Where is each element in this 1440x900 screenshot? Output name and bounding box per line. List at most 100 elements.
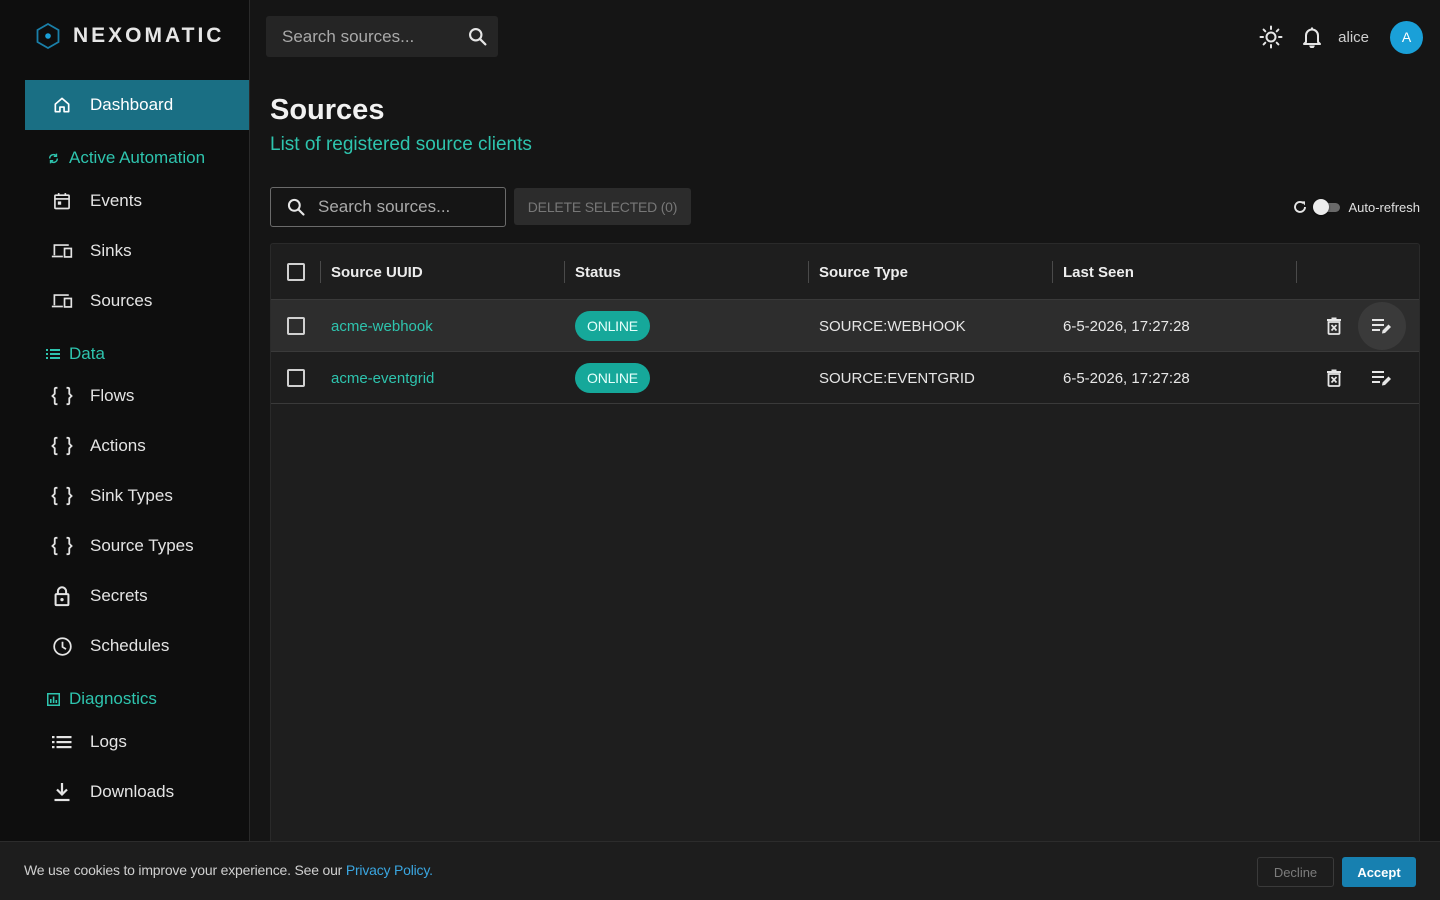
sidebar-item-downloads[interactable]: Downloads bbox=[25, 767, 249, 817]
sidebar-item-dashboard[interactable]: Dashboard bbox=[25, 80, 249, 130]
page-subtitle: List of registered source clients bbox=[270, 134, 532, 155]
download-icon bbox=[51, 781, 73, 803]
sidebar-item-sources[interactable]: Sources bbox=[25, 276, 249, 326]
sync-icon bbox=[46, 151, 60, 165]
status-cell: ONLINE bbox=[575, 352, 650, 404]
row-checkbox[interactable] bbox=[287, 369, 305, 387]
sidebar-item-actions[interactable]: Actions bbox=[25, 421, 249, 471]
sidebar-item-label: Dashboard bbox=[90, 95, 174, 114]
sources-table: Source UUID Status Source Type Last Seen… bbox=[270, 243, 1420, 863]
top-search-input[interactable] bbox=[282, 26, 462, 47]
cookie-text: We use cookies to improve your experienc… bbox=[24, 862, 346, 878]
trash-icon bbox=[1326, 369, 1342, 387]
top-right-actions: alice A bbox=[1259, 20, 1423, 54]
sidebar-item-flows[interactable]: Flows bbox=[25, 371, 249, 421]
column-separator bbox=[320, 261, 321, 283]
last-seen-cell: 6-5-2026, 17:27:28 bbox=[1063, 369, 1190, 387]
row-checkbox[interactable] bbox=[287, 317, 305, 335]
sidebar-item-label: Schedules bbox=[90, 636, 170, 655]
column-header-status[interactable]: Status bbox=[575, 244, 621, 300]
source-uuid-link[interactable]: acme-webhook bbox=[331, 300, 433, 352]
hexagon-logo-icon bbox=[36, 23, 60, 49]
status-badge: ONLINE bbox=[575, 311, 650, 341]
sidebar-item-label: Sink Types bbox=[90, 486, 173, 505]
sidebar-item-label: Source Types bbox=[90, 536, 194, 555]
sidebar-item-logs[interactable]: Logs bbox=[25, 717, 249, 767]
row-select-cell bbox=[287, 352, 305, 404]
column-header-last-seen[interactable]: Last Seen bbox=[1063, 244, 1134, 300]
sources-search-field[interactable] bbox=[270, 187, 506, 227]
sidebar-item-label: Logs bbox=[90, 732, 127, 751]
delete-row-button[interactable] bbox=[1310, 352, 1358, 404]
section-label: Data bbox=[69, 344, 105, 363]
theme-toggle-sun-icon[interactable] bbox=[1259, 25, 1283, 49]
table-row[interactable]: acme-webhook ONLINE SOURCE:WEBHOOK 6-5-2… bbox=[271, 300, 1419, 352]
edit-row-button[interactable] bbox=[1358, 300, 1406, 352]
sidebar-item-label: Events bbox=[90, 191, 142, 210]
column-separator bbox=[1296, 261, 1297, 283]
accept-button[interactable]: Accept bbox=[1342, 857, 1416, 887]
brand-name: NEXOMATIC bbox=[73, 24, 225, 47]
sidebar-item-label: Downloads bbox=[90, 782, 175, 801]
delete-selected-button[interactable]: DELETE SELECTED (0) bbox=[514, 188, 691, 225]
section-diagnostics: Diagnostics bbox=[46, 687, 157, 711]
sidebar-item-sinks[interactable]: Sinks bbox=[25, 226, 249, 276]
auto-refresh-toggle[interactable] bbox=[1313, 199, 1341, 215]
refresh-icon[interactable] bbox=[1292, 199, 1308, 215]
sidebar-item-schedules[interactable]: Schedules bbox=[25, 621, 249, 671]
braces-icon bbox=[51, 485, 73, 507]
section-active-automation: Active Automation bbox=[46, 146, 205, 170]
edit-list-icon bbox=[1372, 317, 1392, 335]
list-icon bbox=[46, 347, 60, 361]
cookie-banner: We use cookies to improve your experienc… bbox=[0, 841, 1440, 900]
row-select-cell bbox=[287, 300, 305, 352]
sidebar-item-source-types[interactable]: Source Types bbox=[25, 521, 249, 571]
status-cell: ONLINE bbox=[575, 300, 650, 352]
devices-icon bbox=[51, 240, 73, 262]
toggle-knob bbox=[1313, 199, 1330, 215]
search-icon[interactable] bbox=[467, 26, 488, 47]
username[interactable]: alice bbox=[1338, 29, 1369, 46]
notifications-bell-icon[interactable] bbox=[1300, 25, 1324, 49]
list-icon bbox=[51, 731, 73, 753]
column-header-source-type[interactable]: Source Type bbox=[819, 244, 908, 300]
last-seen-cell: 6-5-2026, 17:27:28 bbox=[1063, 317, 1190, 335]
select-all-checkbox[interactable] bbox=[287, 263, 305, 281]
edit-list-icon bbox=[1372, 369, 1392, 387]
sidebar-item-events[interactable]: Events bbox=[25, 176, 249, 226]
sidebar-item-label: Actions bbox=[90, 436, 146, 455]
avatar[interactable]: A bbox=[1390, 20, 1423, 54]
source-type-cell: SOURCE:EVENTGRID bbox=[819, 369, 975, 387]
brand[interactable]: NEXOMATIC bbox=[36, 22, 224, 50]
column-header-source-uuid[interactable]: Source UUID bbox=[331, 244, 423, 300]
section-data: Data bbox=[46, 342, 105, 366]
sidebar-item-secrets[interactable]: Secrets bbox=[25, 571, 249, 621]
sidebar: NEXOMATIC Dashboard Active Automation Ev… bbox=[0, 0, 250, 900]
devices-icon bbox=[51, 290, 73, 312]
column-separator bbox=[564, 261, 565, 283]
privacy-policy-link[interactable]: Privacy Policy. bbox=[346, 862, 433, 878]
section-label: Active Automation bbox=[69, 148, 206, 167]
delete-row-button[interactable] bbox=[1310, 300, 1358, 352]
sidebar-item-label: Secrets bbox=[90, 586, 148, 605]
status-badge: ONLINE bbox=[575, 363, 650, 393]
auto-refresh-label: Auto-refresh bbox=[1348, 199, 1420, 215]
source-uuid-link[interactable]: acme-eventgrid bbox=[331, 352, 434, 404]
braces-icon bbox=[51, 435, 73, 457]
trash-icon bbox=[1326, 317, 1342, 335]
sidebar-item-sink-types[interactable]: Sink Types bbox=[25, 471, 249, 521]
top-search-bar[interactable] bbox=[266, 16, 498, 57]
lock-icon bbox=[51, 585, 73, 607]
source-type-cell: SOURCE:WEBHOOK bbox=[819, 317, 966, 335]
table-row[interactable]: acme-eventgrid ONLINE SOURCE:EVENTGRID 6… bbox=[271, 352, 1419, 404]
select-all-cell bbox=[287, 244, 305, 300]
search-icon bbox=[286, 197, 306, 217]
decline-button[interactable]: Decline bbox=[1257, 857, 1334, 887]
sources-search-input[interactable] bbox=[318, 197, 498, 217]
edit-row-button[interactable] bbox=[1358, 352, 1406, 404]
column-separator bbox=[1052, 261, 1053, 283]
page-title: Sources bbox=[270, 94, 385, 126]
calendar-icon bbox=[51, 190, 73, 212]
sidebar-item-label: Sources bbox=[90, 291, 153, 310]
braces-icon bbox=[51, 535, 73, 557]
